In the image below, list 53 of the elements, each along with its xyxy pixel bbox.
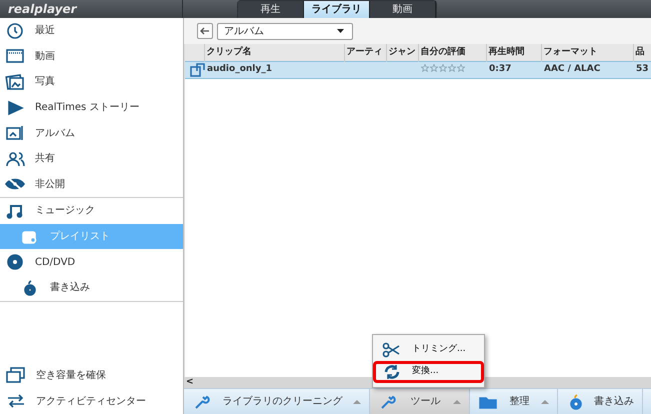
column-header[interactable]: 品 bbox=[633, 44, 651, 61]
table-cell: 53 bbox=[633, 61, 651, 78]
convert-icon bbox=[382, 364, 402, 380]
caret-icon bbox=[453, 400, 461, 404]
toolbar-button[interactable]: 書き込み bbox=[558, 389, 643, 414]
album-icon bbox=[5, 125, 25, 142]
sidebar-item[interactable]: 動画 bbox=[0, 44, 183, 70]
sidebar-item[interactable]: 共有 bbox=[0, 146, 183, 172]
back-arrow-icon bbox=[200, 27, 210, 35]
windows-icon bbox=[6, 367, 26, 383]
sidebar-item[interactable]: RealTimes ストーリー bbox=[0, 94, 183, 120]
tab[interactable]: ライブラリ bbox=[304, 1, 370, 18]
people-icon bbox=[5, 150, 25, 167]
column-header[interactable]: 再生時間 bbox=[486, 44, 541, 61]
film-icon bbox=[5, 48, 25, 64]
scissors-icon bbox=[382, 342, 402, 358]
column-header[interactable]: 自分の評価 bbox=[418, 44, 486, 61]
tab[interactable]: 動画 bbox=[370, 1, 436, 18]
arrows-icon bbox=[6, 393, 26, 409]
photos-icon bbox=[5, 74, 25, 90]
sidebar-item[interactable]: ミュージック bbox=[0, 198, 183, 224]
column-header[interactable]: ジャン bbox=[386, 44, 418, 61]
table-cell: AAC / ALAC bbox=[541, 61, 633, 78]
sidebar-item[interactable]: 書き込み bbox=[0, 274, 183, 301]
clock-icon bbox=[5, 22, 25, 39]
column-header[interactable]: フォーマット bbox=[541, 44, 633, 61]
table-cell: audio_only_1 bbox=[204, 61, 344, 78]
caret-icon bbox=[541, 400, 549, 404]
sidebar-item[interactable]: 最近 bbox=[0, 18, 183, 44]
music-note-icon bbox=[5, 202, 25, 219]
sidebar-item[interactable]: 非公開 bbox=[0, 172, 183, 198]
caret-icon bbox=[337, 29, 344, 33]
star-rating[interactable] bbox=[421, 64, 466, 74]
column-header[interactable]: クリップ名 bbox=[204, 44, 344, 61]
toolbar-button[interactable]: 整理 bbox=[470, 389, 558, 414]
scroll-left-arrow[interactable]: < bbox=[186, 376, 196, 390]
view-dropdown[interactable]: アルバム bbox=[217, 22, 353, 40]
menu-item[interactable]: トリミング... bbox=[373, 339, 484, 361]
tab[interactable]: 再生 bbox=[238, 1, 304, 18]
column-header[interactable]: アーティ bbox=[344, 44, 386, 61]
sidebar-item[interactable]: CD/DVD bbox=[0, 249, 183, 275]
disc-icon bbox=[5, 254, 25, 270]
toolbar-button[interactable]: ツール bbox=[370, 389, 470, 414]
play-icon bbox=[5, 100, 25, 116]
caret-icon bbox=[353, 400, 361, 404]
sidebar-item[interactable]: 写真 bbox=[0, 69, 183, 95]
sidebar-item[interactable]: アクティビティセンター bbox=[0, 388, 183, 414]
sidebar-item[interactable]: アルバム bbox=[0, 120, 183, 146]
table-cell: 0:37 bbox=[486, 61, 541, 78]
app-logo: realplayer bbox=[0, 0, 183, 18]
back-button[interactable] bbox=[197, 23, 213, 39]
eye-slash-icon bbox=[5, 176, 25, 192]
sidebar-item[interactable]: 空き容量を確保 bbox=[0, 362, 183, 388]
